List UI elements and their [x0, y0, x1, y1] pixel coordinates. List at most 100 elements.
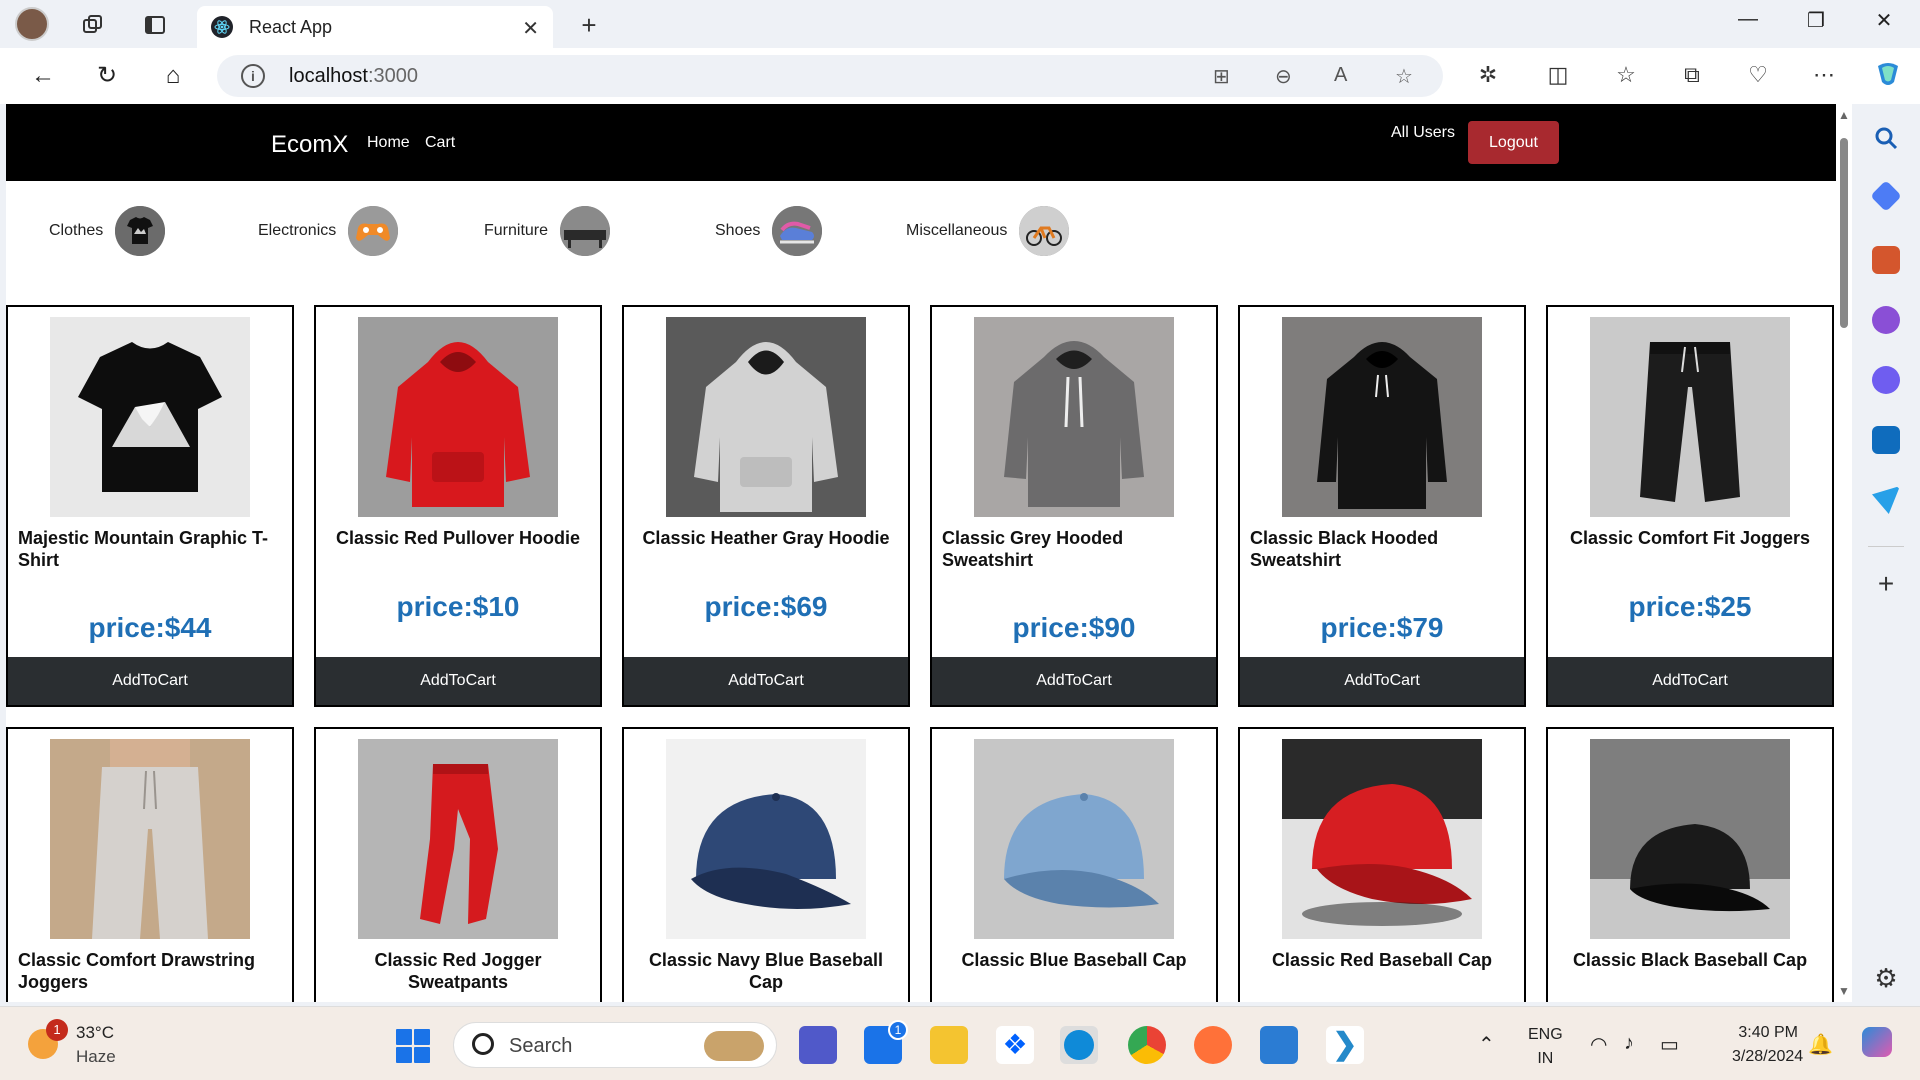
product-title[interactable]: Classic Black Baseball Cap	[1558, 949, 1822, 971]
page-scrollbar[interactable]: ▲ ▼	[1836, 104, 1852, 1002]
product-title[interactable]: Classic Red Jogger Sweatpants	[326, 949, 590, 993]
add-to-cart-button[interactable]: AddToCart	[1240, 657, 1524, 705]
collections-icon[interactable]: ⧉	[1676, 62, 1708, 88]
add-icon[interactable]: +	[1872, 570, 1900, 598]
category-shoes[interactable]: Shoes	[715, 204, 823, 258]
dropbox-icon[interactable]: ❖	[996, 1026, 1034, 1064]
close-window-icon[interactable]: ✕	[1864, 8, 1904, 33]
add-to-cart-button[interactable]: AddToCart	[8, 657, 292, 705]
grey-hooded-sweatshirt-image[interactable]	[974, 317, 1174, 517]
app-available-icon[interactable]: ⊞	[1213, 64, 1230, 89]
add-to-cart-button[interactable]: AddToCart	[316, 657, 600, 705]
restore-icon[interactable]: ❐	[1796, 8, 1836, 33]
red-cap-image[interactable]	[1282, 739, 1482, 939]
product-title[interactable]: Classic Comfort Drawstring Joggers	[18, 949, 282, 993]
volume-icon[interactable]: ♪	[1624, 1032, 1634, 1055]
nav-link-cart[interactable]: Cart	[425, 134, 455, 152]
file-explorer-icon[interactable]	[930, 1026, 968, 1064]
black-mountain-tshirt-image[interactable]	[50, 317, 250, 517]
product-title[interactable]: Classic Red Pullover Hoodie	[326, 527, 590, 549]
light-gray-joggers-image[interactable]	[50, 739, 250, 939]
product-title[interactable]: Classic Red Baseball Cap	[1250, 949, 1514, 971]
product-title[interactable]: Classic Blue Baseball Cap	[942, 949, 1206, 971]
copilot-icon[interactable]	[1872, 58, 1904, 96]
scroll-thumb[interactable]	[1840, 138, 1848, 328]
red-joggers-image[interactable]	[358, 739, 558, 939]
red-hoodie-image[interactable]	[358, 317, 558, 517]
category-clothes[interactable]: Clothes	[49, 204, 166, 258]
vertical-tabs-icon[interactable]	[140, 10, 170, 40]
favorites-icon[interactable]: ☆	[1610, 62, 1642, 88]
brand-logo[interactable]: EcomX	[271, 131, 348, 159]
teams-icon[interactable]	[799, 1026, 837, 1064]
product-card: Classic Red Jogger Sweatpants	[314, 727, 602, 1002]
black-cap-image[interactable]	[1590, 739, 1790, 939]
microsoft365-icon[interactable]	[1872, 366, 1900, 394]
extensions-icon[interactable]: ✲	[1472, 62, 1504, 88]
site-info-icon[interactable]: i	[241, 64, 265, 88]
notepad-icon[interactable]	[1260, 1026, 1298, 1064]
battery-icon[interactable]: ▭	[1660, 1032, 1679, 1057]
outlook-icon[interactable]	[1872, 426, 1900, 454]
read-aloud-icon[interactable]: A	[1334, 64, 1347, 87]
product-title[interactable]: Classic Black Hooded Sweatshirt	[1250, 527, 1514, 571]
more-menu-icon[interactable]: ⋯	[1808, 62, 1840, 88]
nav-link-home[interactable]: Home	[367, 134, 410, 152]
navy-cap-image[interactable]	[666, 739, 866, 939]
product-title[interactable]: Classic Navy Blue Baseball Cap	[634, 949, 898, 993]
scroll-up-icon[interactable]: ▲	[1838, 108, 1850, 122]
heather-gray-hoodie-image[interactable]	[666, 317, 866, 517]
copilot-pre-icon[interactable]	[1862, 1027, 1892, 1057]
settings-gear-icon[interactable]: ⚙	[1872, 964, 1900, 992]
product-title[interactable]: Majestic Mountain Graphic T-Shirt	[18, 527, 282, 571]
windows-start-icon[interactable]	[396, 1029, 430, 1063]
taskbar-search-box[interactable]: Search	[453, 1022, 777, 1068]
product-title[interactable]: Classic Heather Gray Hoodie	[634, 527, 898, 549]
black-joggers-image[interactable]	[1590, 317, 1790, 517]
light-blue-cap-image[interactable]	[974, 739, 1174, 939]
back-icon[interactable]: ←	[26, 62, 60, 90]
new-tab-icon[interactable]: +	[574, 10, 604, 40]
shopping-tag-icon[interactable]	[1870, 180, 1902, 212]
product-title[interactable]: Classic Grey Hooded Sweatshirt	[942, 527, 1206, 571]
logout-button[interactable]: Logout	[1468, 121, 1559, 164]
vscode-icon[interactable]: ❯	[1326, 1026, 1364, 1064]
send-icon[interactable]	[1872, 486, 1900, 514]
chrome-icon[interactable]	[1128, 1026, 1166, 1064]
close-tab-icon[interactable]: ✕	[522, 16, 539, 41]
notifications-bell-icon[interactable]: 🔔	[1808, 1032, 1833, 1057]
profile-avatar[interactable]	[15, 7, 49, 41]
input-language[interactable]: ENG IN	[1528, 1023, 1563, 1071]
add-to-cart-button[interactable]: AddToCart	[624, 657, 908, 705]
chevron-up-icon[interactable]: ⌃	[1478, 1032, 1495, 1057]
black-hooded-sweatshirt-image[interactable]	[1282, 317, 1482, 517]
url-text[interactable]: localhost:3000	[289, 65, 418, 88]
edge-active-tile[interactable]	[1060, 1026, 1098, 1064]
add-to-cart-button[interactable]: AddToCart	[932, 657, 1216, 705]
browser-essentials-icon[interactable]: ♡	[1742, 62, 1774, 88]
scroll-down-icon[interactable]: ▼	[1838, 984, 1850, 998]
firefox-icon[interactable]	[1194, 1026, 1232, 1064]
favorite-star-icon[interactable]: ☆	[1395, 64, 1413, 89]
wifi-icon[interactable]: ◠	[1590, 1032, 1607, 1057]
add-to-cart-button[interactable]: AddToCart	[1548, 657, 1832, 705]
tools-icon[interactable]	[1872, 246, 1900, 274]
games-icon[interactable]	[1872, 306, 1900, 334]
home-icon[interactable]: ⌂	[156, 62, 190, 90]
address-bar[interactable]: i localhost:3000 ⊞ ⊖ A ☆	[217, 55, 1443, 97]
weather-temperature[interactable]: 33°C	[76, 1023, 114, 1043]
all-users-link[interactable]: All Users	[1391, 124, 1455, 142]
system-clock[interactable]: 3:40 PM 3/28/2024	[1732, 1021, 1803, 1069]
split-screen-icon[interactable]: ◫	[1542, 62, 1574, 88]
category-furniture[interactable]: Furniture	[484, 204, 611, 258]
search-icon[interactable]	[1872, 124, 1900, 152]
category-electronics[interactable]: Electronics	[258, 204, 399, 258]
tab-react-app[interactable]: React App ✕	[197, 6, 553, 48]
refresh-icon[interactable]: ↻	[90, 62, 124, 90]
zoom-out-icon[interactable]: ⊖	[1275, 64, 1292, 89]
workspaces-icon[interactable]	[78, 10, 108, 40]
minimize-icon[interactable]: —	[1728, 8, 1768, 31]
product-title[interactable]: Classic Comfort Fit Joggers	[1558, 527, 1822, 549]
weather-condition[interactable]: Haze	[76, 1047, 116, 1067]
category-miscellaneous[interactable]: Miscellaneous	[906, 204, 1070, 258]
